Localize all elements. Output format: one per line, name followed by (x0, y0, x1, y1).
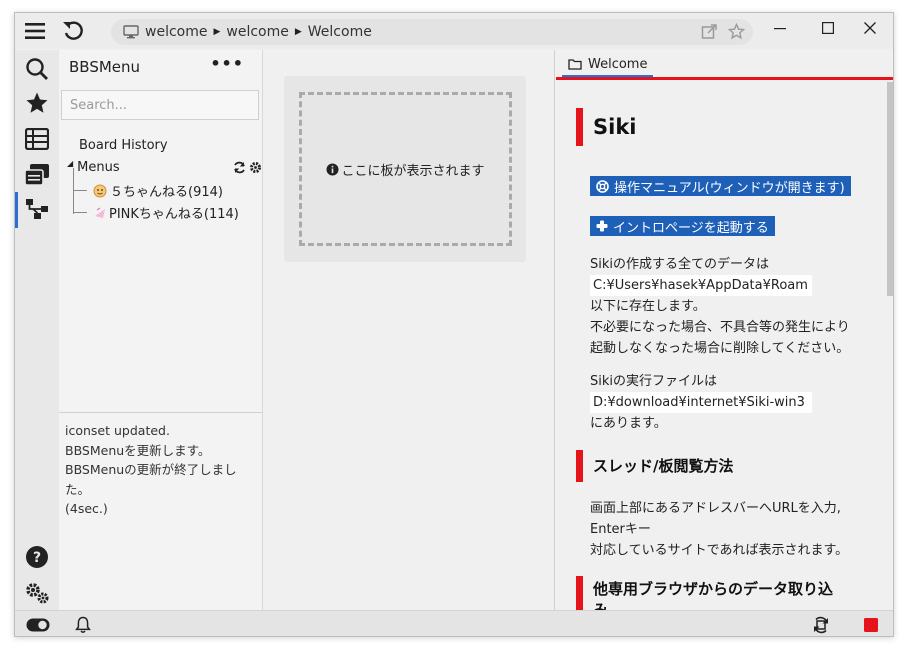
monitor-icon (123, 25, 139, 39)
panel-title: BBSMenu (69, 58, 141, 76)
text-line: Sikiの作成する全てのデータは (590, 257, 770, 272)
settings-gears-icon[interactable] (24, 580, 50, 606)
5ch-logo-icon (93, 184, 107, 198)
log-output: iconset updated. BBSMenuを更新します。 BBSMenuの… (59, 412, 263, 610)
manual-button-label: 操作マニュアル(ウィンドウが開きます) (614, 180, 845, 196)
board-placeholder: ここに板が表示されます (299, 92, 512, 246)
menus-label: Menus (77, 160, 120, 175)
log-line: BBSMenuを更新します。 (65, 442, 211, 458)
data-location-paragraph: Sikiの作成する全てのデータは C:¥Users¥hasek¥AppData¥… (590, 254, 850, 359)
more-options-icon[interactable]: ••• (210, 54, 244, 73)
intro-button-label: イントロページを起動する (613, 220, 769, 236)
reload-icon[interactable] (59, 17, 87, 45)
expand-triangle-icon[interactable]: ◢ (67, 159, 73, 168)
tab-label: Welcome (588, 56, 648, 72)
tree-guide-line (73, 190, 87, 191)
refresh-icon[interactable] (233, 161, 246, 178)
scrollbar-thumb[interactable] (887, 82, 893, 296)
board-history-item[interactable]: Board History (79, 138, 168, 153)
status-bar (15, 610, 893, 636)
welcome-content: Siki 操作マニュアル(ウィンドウが開きます) イントロページを起動する Si… (556, 80, 886, 610)
board-drop-area: ここに板が表示されます (284, 76, 526, 262)
bell-icon[interactable] (73, 615, 93, 635)
gear-icon[interactable] (249, 161, 262, 178)
tab-welcome[interactable]: Welcome (562, 53, 654, 77)
app-window: welcome ▶ welcome ▶ Welcome ? BBSMenu ••… (14, 12, 894, 637)
log-line: (4sec.) (65, 501, 108, 516)
text-line: Sikiの実行ファイルは (590, 374, 718, 389)
log-line: BBSMenuの更新が終了しました。 (65, 462, 237, 497)
menu-search-input[interactable] (61, 90, 259, 120)
svg-text:?: ? (33, 550, 41, 566)
info-icon (326, 163, 339, 176)
text-line: 画面上部にあるアドレスバーへURLを入力, (590, 501, 841, 516)
menu-item-label: PINKちゃんねる(114) (109, 207, 239, 222)
breadcrumb-separator-icon: ▶ (294, 27, 302, 37)
manual-button[interactable]: 操作マニュアル(ウィンドウが開きます) (590, 176, 851, 196)
welcome-title: Siki (576, 108, 637, 146)
minimize-icon[interactable] (755, 13, 805, 43)
tree-structure-icon[interactable] (24, 196, 50, 222)
search-icon[interactable] (24, 56, 50, 82)
section-heading-import: 他専用ブラウザからのデータ取り込 み (576, 576, 833, 610)
breadcrumb-separator-icon: ▶ (213, 27, 221, 37)
share-icon[interactable] (701, 23, 718, 40)
log-line: iconset updated. (65, 423, 170, 438)
folder-icon (568, 58, 582, 70)
close-icon[interactable] (845, 13, 893, 43)
menu-item-pink[interactable]: PINKちゃんねる(114) (93, 203, 239, 222)
section-heading-browse: スレッド/板閲覧方法 (576, 450, 733, 482)
active-indicator (15, 192, 18, 228)
activity-rail: ? (15, 50, 59, 610)
favorites-star-icon[interactable] (24, 90, 50, 116)
help-icon[interactable]: ? (24, 544, 50, 570)
exe-path: D:¥download¥internet¥Siki-win3 (590, 392, 812, 413)
hamburger-menu-icon[interactable] (21, 17, 49, 45)
board-pane: ここに板が表示されます (264, 50, 555, 610)
menus-node[interactable]: ◢ Menus (67, 159, 120, 175)
title-bar: welcome ▶ welcome ▶ Welcome (15, 13, 893, 49)
tab-bar: Welcome (556, 50, 893, 80)
bbs-menu-panel: BBSMenu ••• Board History ◢ Menus ５ちゃんねる… (59, 50, 263, 610)
tree-guide-line (73, 168, 74, 214)
stop-icon[interactable] (863, 615, 879, 635)
breadcrumb-3[interactable]: Welcome (308, 24, 372, 40)
board-placeholder-text: ここに板が表示されます (341, 163, 485, 179)
data-path: C:¥Users¥hasek¥AppData¥Roam (590, 275, 812, 296)
intro-button[interactable]: イントロページを起動する (590, 216, 775, 236)
text-line: にあります。 (590, 416, 667, 431)
sync-icon[interactable] (811, 615, 831, 635)
address-bar[interactable]: welcome ▶ welcome ▶ Welcome (111, 19, 753, 45)
breadcrumb-1[interactable]: welcome (145, 24, 207, 40)
text-line: Enterキー (590, 522, 651, 537)
star-icon[interactable] (728, 23, 745, 40)
heading-line: 他専用ブラウザからのデータ取り込 (593, 580, 834, 598)
lifebuoy-icon (596, 179, 609, 193)
tree-guide-line (73, 212, 87, 213)
heading-line: み (593, 601, 609, 610)
text-line: 起動しなくなった場合に削除してください。 (590, 341, 850, 356)
text-line: 不必要になった場合、不具合等の発生により (590, 320, 850, 335)
list-icon[interactable] (24, 126, 50, 152)
browse-paragraph: 画面上部にあるアドレスバーへURLを入力, Enterキー 対応しているサイトで… (590, 498, 848, 561)
text-line: 対応しているサイトであれば表示されます。 (590, 543, 849, 558)
breadcrumb-2[interactable]: welcome (226, 24, 288, 40)
bbs-menu-icon[interactable] (24, 162, 50, 188)
menu-item-label: ５ちゃんねる(914) (110, 185, 223, 200)
menu-item-5ch[interactable]: ５ちゃんねる(914) (93, 181, 223, 200)
welcome-pane: Welcome Siki 操作マニュアル(ウィンドウが開きます) イントロページ… (556, 50, 893, 610)
toggle-switch-icon[interactable] (25, 615, 51, 635)
text-line: 以下に存在します。 (590, 299, 706, 314)
pink-logo-icon (93, 206, 107, 220)
plus-icon (596, 220, 608, 232)
exe-location-paragraph: Sikiの実行ファイルは D:¥download¥internet¥Siki-w… (590, 371, 812, 434)
